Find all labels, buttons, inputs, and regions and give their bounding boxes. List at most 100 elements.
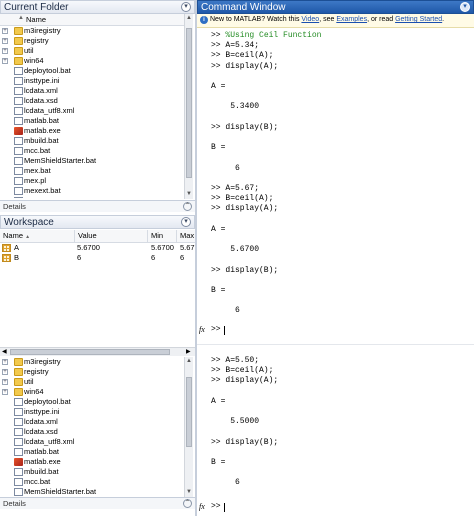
file-item[interactable]: mexsetup.pm xyxy=(0,196,184,198)
current-folder-details-bar[interactable]: Details ⌃ xyxy=(0,200,195,212)
folder-item[interactable]: + util xyxy=(0,377,184,387)
sort-ascending-icon: ▲ xyxy=(25,234,31,240)
file-item[interactable]: MemShieldStarter.bat xyxy=(0,156,184,166)
current-folder-header: Current Folder ▾ xyxy=(0,0,195,14)
scroll-left-arrow-icon[interactable]: ◀ xyxy=(2,348,7,356)
item-name: lcdata.xsd xyxy=(24,96,58,105)
scrollbar-thumb[interactable] xyxy=(186,377,192,447)
folder-item[interactable]: + win64 xyxy=(0,56,184,66)
scroll-up-arrow-icon[interactable]: ▲ xyxy=(186,15,192,21)
folder-icon xyxy=(14,358,23,366)
workspace-row[interactable]: B 6 6 6 xyxy=(0,253,195,263)
file-item[interactable]: deploytool.bat xyxy=(0,397,184,407)
file-item[interactable]: mbuild.bat xyxy=(0,136,184,146)
function-browser-icon[interactable]: fx xyxy=(199,502,205,511)
command-line: B = xyxy=(211,286,225,296)
folder-item[interactable]: + m3iregistry xyxy=(0,357,184,367)
expand-icon[interactable]: + xyxy=(2,58,8,64)
command-text: 5.3400 xyxy=(211,102,260,112)
workspace-column-headers: Name ▲ Value Min Max xyxy=(0,230,195,243)
file-item[interactable]: MemShieldStarter.bat xyxy=(0,487,184,496)
lower-folder-details-bar[interactable]: Details ⌃ xyxy=(0,497,195,509)
workspace-row[interactable]: A 5.6700 5.6700 5.67 xyxy=(0,243,195,253)
expand-icon[interactable]: + xyxy=(2,379,8,385)
expand-icon[interactable]: + xyxy=(2,369,8,375)
file-item[interactable]: lcdata_utf8.xml xyxy=(0,106,184,116)
file-icon xyxy=(14,107,23,115)
file-item[interactable]: mbuild.bat xyxy=(0,467,184,477)
folder-item[interactable]: + m3iregistry xyxy=(0,26,184,36)
examples-link[interactable]: Examples xyxy=(336,16,367,23)
file-item[interactable]: lcdata.xml xyxy=(0,86,184,96)
file-item[interactable]: lcdata.xml xyxy=(0,417,184,427)
file-item[interactable]: matlab.exe xyxy=(0,126,184,136)
scrollbar-thumb[interactable] xyxy=(10,349,170,355)
workspace-horizontal-scrollbar[interactable]: ◀ ▶ xyxy=(0,347,195,356)
folder-icon xyxy=(14,388,23,396)
file-icon xyxy=(14,418,23,426)
item-name: lcdata.xsd xyxy=(24,427,58,436)
folder-item[interactable]: + registry xyxy=(0,36,184,46)
file-item[interactable]: lcdata_utf8.xml xyxy=(0,437,184,447)
scroll-up-arrow-icon[interactable]: ▲ xyxy=(186,358,192,364)
details-expand-icon[interactable]: ⌃ xyxy=(183,499,192,508)
item-name: lcdata_utf8.xml xyxy=(24,106,75,115)
file-item[interactable]: matlab.bat xyxy=(0,116,184,126)
file-item[interactable]: mexext.bat xyxy=(0,186,184,196)
file-item[interactable]: mex.bat xyxy=(0,166,184,176)
file-item[interactable]: lcdata.xsd xyxy=(0,427,184,437)
file-item[interactable]: matlab.exe xyxy=(0,457,184,467)
current-folder-menu-button[interactable]: ▾ xyxy=(181,2,191,12)
expand-icon[interactable]: + xyxy=(2,389,8,395)
file-icon xyxy=(14,428,23,436)
workspace-col-name-label: Name xyxy=(3,231,24,240)
lower-folder-vertical-scrollbar[interactable]: ▲ ▼ xyxy=(184,357,193,497)
expand-icon[interactable]: + xyxy=(2,38,8,44)
panel-divider[interactable] xyxy=(195,0,197,516)
scroll-down-arrow-icon[interactable]: ▼ xyxy=(186,191,192,197)
details-expand-icon[interactable]: ⌃ xyxy=(183,202,192,211)
command-text: A = xyxy=(211,224,226,234)
file-item[interactable]: insttype.ini xyxy=(0,76,184,86)
column-header-name: Name xyxy=(26,15,47,24)
file-item[interactable]: mcc.bat xyxy=(0,477,184,487)
variable-name: B xyxy=(14,253,20,262)
folder-item[interactable]: + util xyxy=(0,46,184,56)
command-prompt[interactable]: >> xyxy=(211,325,221,335)
item-name: lcdata_utf8.xml xyxy=(24,437,75,446)
folder-item[interactable]: + registry xyxy=(0,367,184,377)
file-icon xyxy=(14,117,23,125)
current-folder-vertical-scrollbar[interactable]: ▲ ▼ xyxy=(184,14,193,199)
command-text: >> display(B); xyxy=(211,437,279,447)
workspace-col-name[interactable]: Name ▲ xyxy=(0,230,75,242)
file-item[interactable]: lcdata.xsd xyxy=(0,96,184,106)
command-prompt[interactable]: >> xyxy=(211,502,221,512)
command-window-menu-button[interactable]: ▾ xyxy=(460,2,470,12)
command-line: A = xyxy=(211,82,225,92)
expand-icon[interactable]: + xyxy=(2,28,8,34)
workspace-menu-button[interactable]: ▾ xyxy=(181,217,191,227)
scroll-right-arrow-icon[interactable]: ▶ xyxy=(186,348,191,356)
item-name: deploytool.bat xyxy=(24,397,71,406)
item-name: matlab.bat xyxy=(24,116,60,125)
getting-started-link[interactable]: Getting Started xyxy=(395,16,442,23)
expand-icon[interactable]: + xyxy=(2,359,8,365)
workspace-col-value[interactable]: Value xyxy=(75,230,148,242)
folder-icon xyxy=(14,27,23,35)
folder-item[interactable]: + win64 xyxy=(0,387,184,397)
file-item[interactable]: matlab.bat xyxy=(0,447,184,457)
file-item[interactable]: deploytool.bat xyxy=(0,66,184,76)
current-folder-column-header[interactable]: ▲ Name xyxy=(0,14,184,26)
expand-icon[interactable]: + xyxy=(2,48,8,54)
file-item[interactable]: insttype.ini xyxy=(0,407,184,417)
folder-icon xyxy=(14,37,23,45)
file-item[interactable]: mex.pl xyxy=(0,176,184,186)
scroll-down-arrow-icon[interactable]: ▼ xyxy=(186,489,192,495)
workspace-col-max[interactable]: Max xyxy=(177,230,195,242)
workspace-col-min[interactable]: Min xyxy=(148,230,177,242)
command-text: 6 xyxy=(211,163,240,173)
video-link[interactable]: Video xyxy=(301,16,319,23)
file-item[interactable]: mcc.bat xyxy=(0,146,184,156)
function-browser-icon[interactable]: fx xyxy=(199,325,205,334)
scrollbar-thumb[interactable] xyxy=(186,28,192,178)
